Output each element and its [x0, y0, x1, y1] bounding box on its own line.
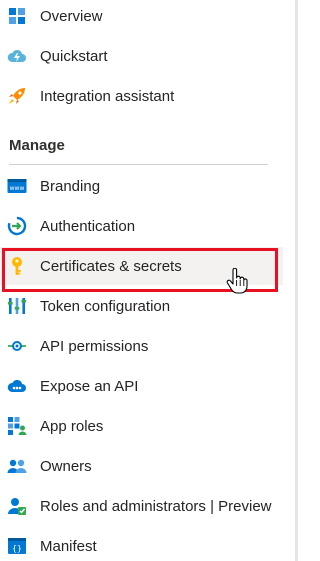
menu-item-authentication[interactable]: Authentication	[0, 207, 283, 245]
menu-item-label: Overview	[40, 7, 103, 25]
menu-item-label: Manifest	[40, 537, 97, 555]
menu-item-roles-and-administrators[interactable]: Roles and administrators | Preview	[0, 487, 283, 525]
menu-item-branding[interactable]: www Branding	[0, 167, 283, 205]
menu-item-api-permissions[interactable]: API permissions	[0, 327, 283, 365]
menu-item-label: Authentication	[40, 217, 136, 235]
menu-item-label: Branding	[40, 177, 101, 195]
app-roles-icon	[7, 416, 27, 436]
app-registration-side-menu: Overview Quickstart Integration assistan…	[0, 0, 298, 561]
cloud-bolt-icon	[7, 46, 27, 66]
authentication-icon	[7, 216, 27, 236]
manifest-icon: {}	[7, 536, 27, 556]
cloud-expose-icon	[7, 376, 27, 396]
menu-item-app-roles[interactable]: App roles	[0, 407, 283, 445]
token-bars-icon	[7, 296, 27, 316]
menu-item-label: App roles	[40, 417, 104, 435]
menu-item-label: Expose an API	[40, 377, 139, 395]
branding-www-icon: www	[7, 176, 27, 196]
svg-text:www: www	[10, 185, 25, 192]
menu-item-overview[interactable]: Overview	[0, 0, 283, 35]
menu-item-label: Integration assistant	[40, 87, 175, 105]
api-permissions-icon	[7, 336, 27, 356]
menu-item-expose-an-api[interactable]: Expose an API	[0, 367, 283, 405]
menu-item-quickstart[interactable]: Quickstart	[0, 37, 283, 75]
menu-item-label: Roles and administrators | Preview	[40, 497, 272, 515]
overview-grid-icon	[7, 6, 27, 26]
menu-item-owners[interactable]: Owners	[0, 447, 283, 485]
section-divider	[9, 164, 268, 165]
svg-text:{}: {}	[12, 544, 22, 553]
hand-pointer-cursor-icon	[226, 267, 248, 294]
manage-section-header: Manage	[9, 137, 65, 154]
menu-item-label: Certificates & secrets	[40, 257, 182, 275]
menu-item-label: Token configuration	[40, 297, 171, 315]
rocket-icon	[7, 86, 27, 106]
menu-item-manifest[interactable]: {} Manifest	[0, 527, 283, 561]
owners-icon	[7, 456, 27, 476]
roles-admin-icon	[7, 496, 27, 516]
menu-item-label: API permissions	[40, 337, 149, 355]
menu-item-integration-assistant[interactable]: Integration assistant	[0, 77, 283, 115]
menu-item-label: Quickstart	[40, 47, 108, 65]
scrollbar-track[interactable]	[295, 0, 298, 561]
menu-item-label: Owners	[40, 457, 92, 475]
key-icon	[7, 256, 27, 276]
